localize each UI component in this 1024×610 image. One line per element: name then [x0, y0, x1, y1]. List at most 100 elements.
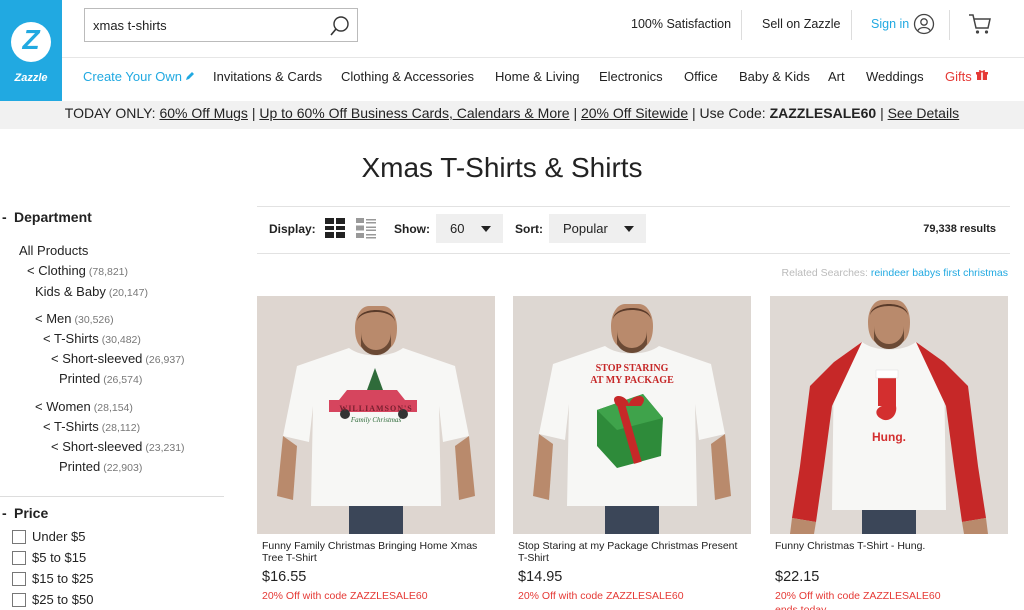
dept-label: < Women [35, 399, 91, 414]
cart-icon[interactable] [968, 13, 992, 35]
department-heading-label: Department [14, 209, 92, 225]
product-discount: 20% Off with code ZAZZLESALE60 [518, 590, 684, 602]
dept-men-short-sleeved[interactable]: < Short-sleeved (26,937) [51, 351, 185, 366]
checkbox[interactable] [12, 550, 26, 565]
nav-baby-kids[interactable]: Baby & Kids [739, 69, 810, 84]
dept-label: < T-Shirts [43, 419, 99, 434]
user-icon[interactable] [913, 13, 935, 35]
product-card[interactable]: Hung. Funny Christmas T-Shirt - Hung. $2… [770, 296, 1008, 610]
promo-link-sitewide[interactable]: 20% Off Sitewide [581, 105, 688, 121]
price-filter-25-50[interactable]: $25 to $50 [12, 592, 93, 607]
search-input[interactable] [85, 9, 321, 41]
checkbox[interactable] [12, 571, 26, 586]
zazzle-logo[interactable]: Z Zazzle [0, 0, 62, 102]
dept-men[interactable]: < Men (30,526) [35, 311, 114, 326]
dept-kids-baby[interactable]: Kids & Baby (20,147) [35, 284, 148, 299]
dept-men-printed[interactable]: Printed (26,574) [59, 371, 142, 386]
product-price: $14.95 [518, 569, 563, 585]
related-link-reindeer[interactable]: reindeer [871, 267, 910, 279]
product-image[interactable]: STOP STARING AT MY PACKAGE [513, 296, 751, 534]
search-box[interactable] [84, 8, 358, 42]
dept-all-products[interactable]: All Products [19, 243, 88, 258]
promo-banner: TODAY ONLY: 60% Off Mugs | Up to 60% Off… [0, 101, 1024, 129]
dept-count: (26,937) [145, 354, 185, 366]
promo-code: ZAZZLESALE60 [769, 105, 877, 121]
satisfaction-link[interactable]: 100% Satisfaction [631, 17, 731, 31]
dept-men-tshirts[interactable]: < T-Shirts (30,482) [43, 331, 141, 346]
search-icon[interactable] [329, 15, 351, 37]
dept-women-short-sleeved[interactable]: < Short-sleeved (23,231) [51, 439, 185, 454]
product-card[interactable]: WILLIAMSON'S Family Christmas Funny Fami… [257, 296, 495, 603]
promo-link-business-cards[interactable]: Up to 60% Off Business Cards, Calendars … [259, 105, 569, 121]
product-image[interactable]: Hung. [770, 296, 1008, 534]
price-label: $5 to $15 [32, 550, 87, 565]
nav-home-living[interactable]: Home & Living [495, 69, 580, 84]
nav-gifts[interactable]: Gifts [945, 69, 988, 84]
promo-link-mugs[interactable]: 60% Off Mugs [159, 105, 247, 121]
nav-art[interactable]: Art [828, 69, 845, 84]
dept-count: (28,112) [101, 422, 141, 434]
checkbox[interactable] [12, 592, 26, 607]
sign-in-link[interactable]: Sign in [871, 17, 909, 31]
display-label: Display: [269, 222, 316, 236]
nav-create-your-own[interactable]: Create Your Own [83, 69, 195, 84]
logo-z-icon: Z [11, 22, 51, 62]
price-filter-5-15[interactable]: $5 to $15 [12, 550, 86, 565]
product-title[interactable]: Funny Family Christmas Bringing Home Xma… [257, 540, 495, 564]
department-heading[interactable]: - Department [0, 209, 92, 225]
related-link-babys-first-christmas[interactable]: babys first christmas [912, 267, 1008, 279]
promo-sep: | [573, 105, 578, 121]
product-title[interactable]: Stop Staring at my Package Christmas Pre… [513, 540, 751, 564]
nav-clothing-accessories[interactable]: Clothing & Accessories [341, 69, 474, 84]
dept-count: (20,147) [108, 287, 148, 299]
dept-women-printed[interactable]: Printed (22,903) [59, 459, 142, 474]
nav-invitations-cards[interactable]: Invitations & Cards [213, 69, 322, 84]
dept-women-tshirts[interactable]: < T-Shirts (28,112) [43, 419, 140, 434]
product-price: $16.55 [262, 569, 307, 585]
raglan-model-image [770, 296, 1008, 534]
dept-clothing[interactable]: < Clothing (78,821) [27, 263, 128, 278]
dept-women[interactable]: < Women (28,154) [35, 399, 133, 414]
dept-count: (30,482) [101, 334, 141, 346]
grid-view-icon[interactable] [324, 217, 346, 239]
toolbar-bottom-line [257, 253, 1010, 254]
nav-office[interactable]: Office [684, 69, 718, 84]
promo-link-see-details[interactable]: See Details [888, 105, 960, 121]
nav-electronics[interactable]: Electronics [599, 69, 663, 84]
dept-count: (78,821) [88, 266, 129, 278]
results-count: 79,338 results [923, 223, 996, 235]
product-discount: 20% Off with code ZAZZLESALE60 [262, 590, 428, 602]
show-select[interactable]: 60 [436, 214, 503, 243]
page-title: Xmas T-Shirts & Shirts [361, 152, 643, 183]
dept-label: < Clothing [27, 263, 86, 278]
price-label: $15 to $25 [32, 571, 94, 586]
sort-select-value: Popular [563, 221, 608, 236]
product-image[interactable]: WILLIAMSON'S Family Christmas [257, 296, 495, 534]
price-label: Under $5 [32, 529, 86, 544]
dept-label: < T-Shirts [43, 331, 99, 346]
price-filter-15-25[interactable]: $15 to $25 [12, 571, 93, 586]
divider [949, 10, 950, 40]
price-heading[interactable]: - Price [0, 505, 48, 521]
nav-label: Create Your Own [83, 69, 183, 84]
tshirt-model-image [513, 296, 751, 534]
sort-select[interactable]: Popular [549, 214, 646, 243]
show-select-value: 60 [450, 221, 465, 236]
print-text: Family Christmas [350, 416, 402, 424]
dept-count: (26,574) [103, 374, 143, 386]
promo-sep: | [692, 105, 696, 121]
product-card[interactable]: STOP STARING AT MY PACKAGE Stop Staring … [513, 296, 751, 603]
list-view-icon[interactable] [355, 217, 377, 239]
promo-sep: | [880, 105, 884, 121]
sell-on-zazzle-link[interactable]: Sell on Zazzle [762, 17, 841, 31]
dept-count: (30,526) [74, 314, 114, 326]
print-text: STOP STARING [595, 363, 669, 374]
price-filter-under-5[interactable]: Under $5 [12, 529, 85, 544]
divider [741, 10, 742, 40]
product-price: $22.15 [775, 569, 820, 585]
logo-wordmark: Zazzle [14, 72, 48, 84]
show-label: Show: [394, 222, 430, 236]
nav-weddings[interactable]: Weddings [866, 69, 924, 84]
checkbox[interactable] [12, 529, 26, 544]
product-title[interactable]: Funny Christmas T-Shirt - Hung. [770, 540, 1008, 564]
